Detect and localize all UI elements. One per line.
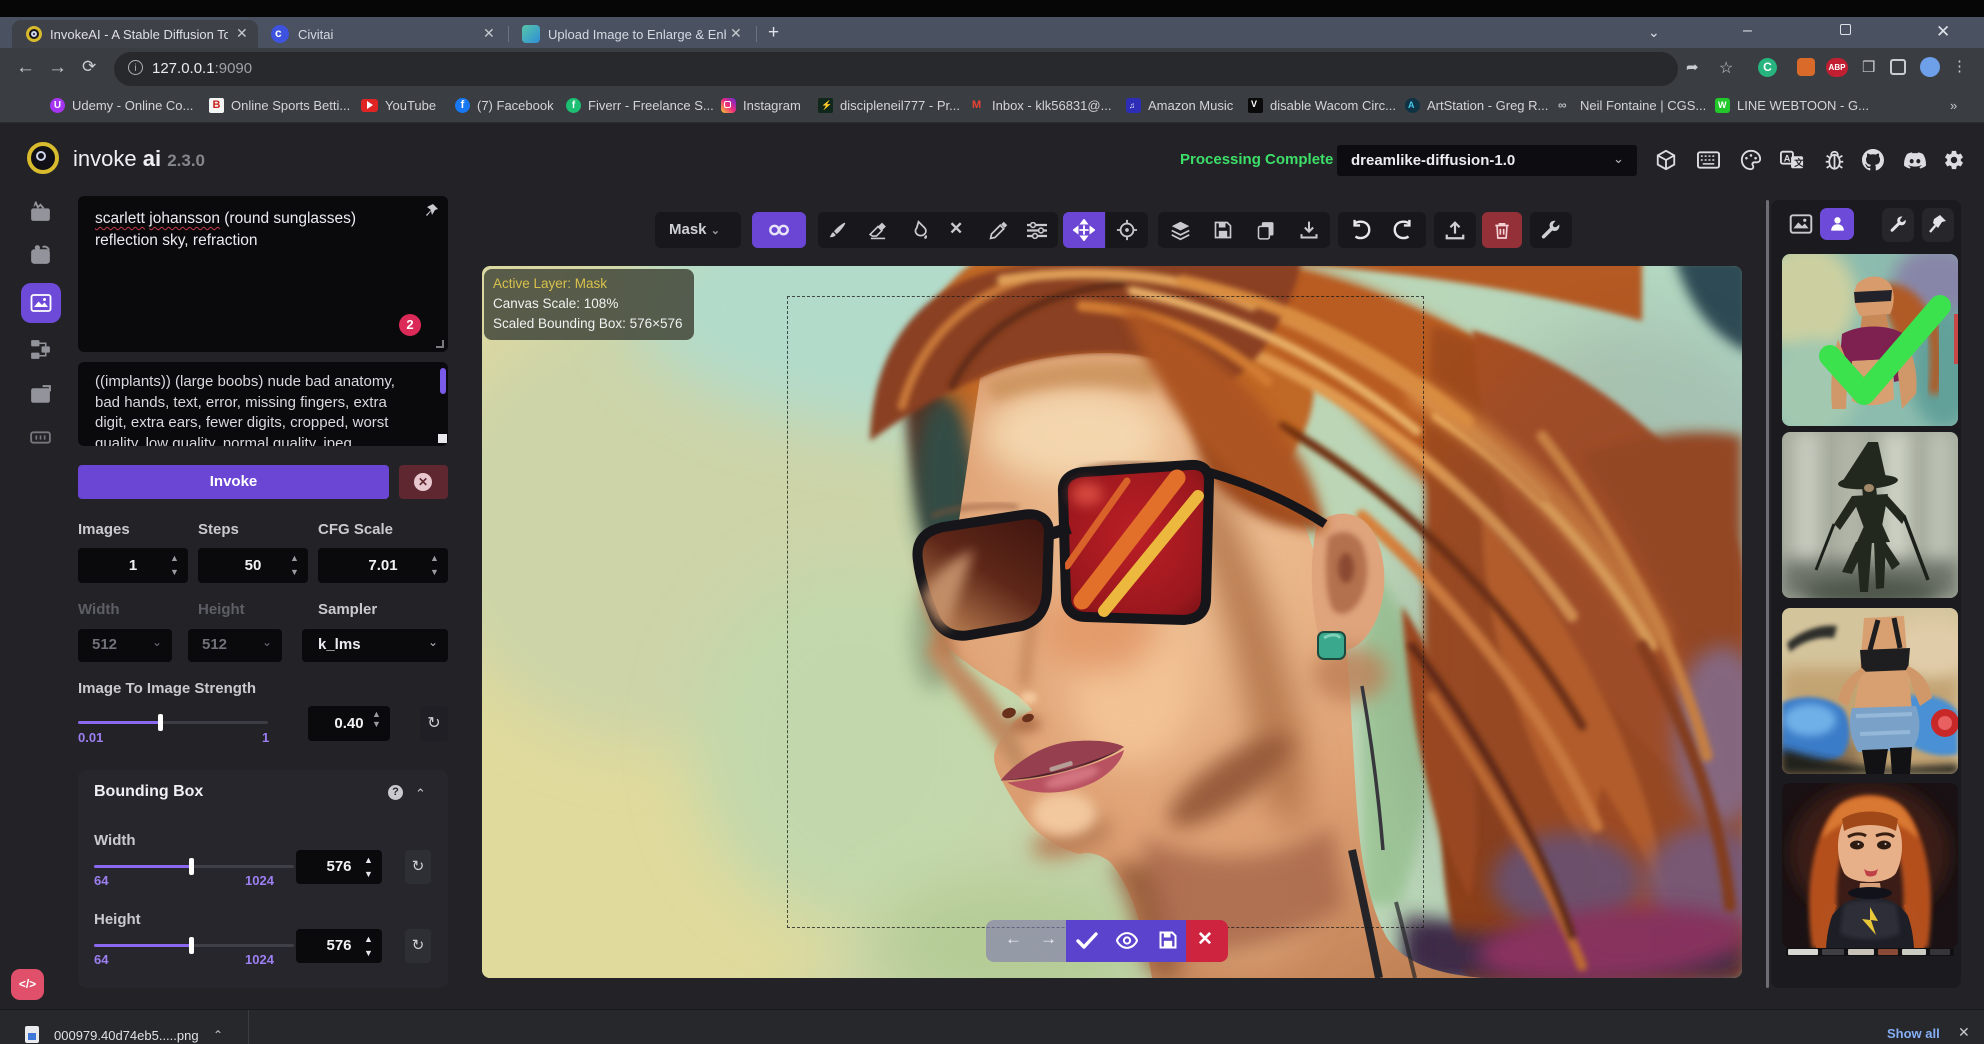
- svg-text:A: A: [33, 199, 39, 208]
- svg-text:A: A: [1784, 153, 1791, 163]
- svg-text:文: 文: [1793, 157, 1804, 168]
